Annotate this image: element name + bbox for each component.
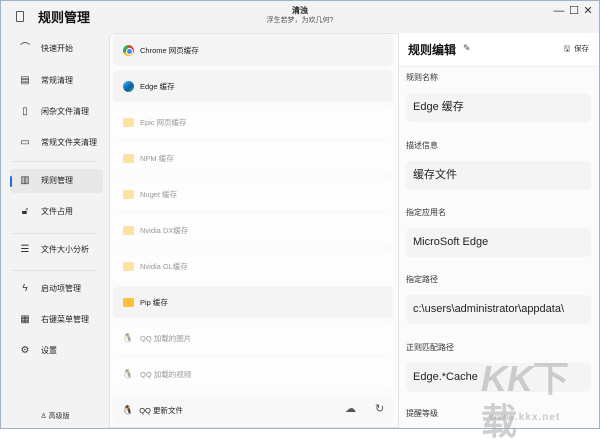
list-item[interactable]: 🐧 QQ 加载的图片 — [113, 322, 393, 354]
field-input[interactable]: Edge.*Cache — [406, 363, 591, 392]
window-subtitle: 浮生若梦，为欢几何? — [266, 17, 334, 24]
save-icon: 🖫 — [563, 44, 570, 53]
list-item[interactable]: Epic 网页缓存 — [113, 106, 393, 138]
field-input[interactable]: Edge 缓存 — [406, 93, 591, 122]
sidebar-item-label: 常规文件夹清理 — [41, 138, 97, 148]
field-label: 描述信息 — [406, 141, 438, 150]
close-button[interactable]: ✕ — [581, 6, 595, 17]
folder-icon: ▭ — [20, 137, 30, 148]
cleanup-icon: ▤ — [20, 75, 30, 86]
folder-icon — [122, 297, 134, 307]
sidebar: ♙ 高级版 ⌒ 快速开始 ▤ 常规清理 ▯ 闲杂文件清理 ▭ 常规文件夹清理 ▥ 规则管理 🔓︎ 文件… — [1, 33, 109, 428]
list-item[interactable]: NPM 缓存 — [113, 142, 393, 174]
sidebar-item-4[interactable]: ▥ 规则管理 — [10, 169, 103, 193]
field-label: 规则名称 — [406, 73, 438, 82]
sidebar-item-9[interactable]: ⚙ 设置 — [10, 339, 103, 363]
qq-icon: 🐧 — [122, 332, 134, 343]
edit-icon[interactable]: ✎ — [463, 44, 471, 53]
list-item-label: QQ 更新文件 — [139, 405, 183, 415]
window-title: 清浊 — [292, 6, 308, 15]
divider — [11, 233, 96, 234]
edge-icon — [122, 80, 134, 92]
pro-icon: ♙ — [40, 413, 47, 420]
field-label: 指定应用名 — [406, 208, 446, 217]
list-item[interactable]: Nvidia GL缓存 — [113, 250, 393, 282]
list-item[interactable]: Chrome 网页缓存 — [113, 34, 393, 66]
sidebar-item-0[interactable]: ⌒ 快速开始 — [10, 37, 103, 61]
unlock-icon: 🔓︎ — [21, 206, 29, 217]
list-item[interactable]: Pip 缓存 — [113, 286, 393, 318]
qq-icon: 🐧 — [122, 368, 134, 379]
qq-icon: 🐧 — [122, 404, 134, 415]
rules-icon: ▥ — [20, 175, 30, 186]
cloud-icon[interactable]: ☁ — [345, 404, 356, 415]
list-item[interactable]: Nuget 缓存 — [113, 178, 393, 210]
save-button[interactable]: 🖫 保存 — [564, 44, 589, 53]
sidebar-item-6[interactable]: ☰ 文件大小分析 — [10, 238, 103, 262]
menu-grid-icon: ▦ — [20, 314, 30, 325]
rule-list-panel: 🐧 QQ 更新文件 ☁ ↻ Chrome 网页缓存 Edge 缓存 Epic 网页缓… — [109, 33, 399, 428]
bolt-icon: ϟ — [22, 283, 28, 294]
chrome-icon — [122, 44, 134, 56]
list-item-label: Edge 缓存 — [140, 81, 175, 91]
rule-editor-panel: 规则编辑 ✎ 🖫 保存 提醒等级 规则名称 Edge 缓存描述信息缓存文件指定应用名… — [399, 33, 599, 428]
pro-label: 高级版 — [48, 413, 70, 420]
sidebar-item-label: 闲杂文件清理 — [41, 107, 89, 117]
list-icon: ☰ — [20, 244, 30, 255]
list-item-qq-update[interactable]: 🐧 QQ 更新文件 ☁ ↻ — [113, 395, 393, 425]
maximize-button[interactable]: ☐ — [567, 6, 581, 17]
field-label-alert-level: 提醒等级 — [406, 409, 438, 418]
list-item-label: Pip 缓存 — [140, 297, 168, 307]
divider — [11, 270, 96, 271]
folder-icon — [122, 189, 134, 199]
folder-icon — [122, 117, 134, 127]
sidebar-item-label: 文件占用 — [41, 207, 73, 217]
field-label: 正则匹配路径 — [406, 343, 454, 352]
list-item[interactable]: 🐧 QQ 加载的视频 — [113, 358, 393, 390]
gear-icon: ⚙ — [20, 345, 30, 356]
divider — [11, 161, 96, 162]
editor-title: 规则编辑 — [408, 43, 457, 57]
save-label: 保存 — [574, 44, 589, 53]
list-item[interactable]: Edge 缓存 — [113, 70, 393, 102]
field-input[interactable]: MicroSoft Edge — [406, 228, 591, 257]
field-input[interactable]: c:\users\administrator\appdata\ — [406, 295, 591, 324]
title-bar: 规则管理 清浊 浮生若梦，为欢几何? — ☐ ✕ — [1, 1, 599, 33]
sidebar-item-label: 启动项管理 — [41, 284, 81, 294]
sidebar-item-5[interactable]: 🔓︎ 文件占用 — [10, 200, 103, 224]
minimize-button[interactable]: — — [552, 6, 566, 17]
pro-version-link[interactable]: ♙ 高级版 — [1, 413, 109, 421]
folder-icon — [122, 153, 134, 163]
list-item-label: Nuget 缓存 — [140, 189, 178, 199]
list-item-label: Epic 网页缓存 — [140, 117, 187, 127]
file-chart-icon: ▯ — [22, 106, 28, 117]
folder-icon — [122, 261, 134, 271]
field-input[interactable]: 缓存文件 — [406, 161, 591, 190]
sidebar-item-label: 文件大小分析 — [41, 245, 89, 255]
gauge-icon: ⌒ — [20, 43, 30, 54]
sidebar-item-label: 设置 — [41, 346, 57, 356]
list-item-label: QQ 加载的视频 — [140, 369, 192, 379]
list-item[interactable]: Nvidia DX缓存 — [113, 214, 393, 246]
sidebar-item-7[interactable]: ϟ 启动项管理 — [10, 277, 103, 301]
sidebar-item-label: 常规清理 — [41, 76, 73, 86]
list-item-label: Chrome 网页缓存 — [140, 45, 199, 55]
app-window: 规则管理 清浊 浮生若梦，为欢几何? — ☐ ✕ ♙ 高级版 ⌒ 快速开始 ▤ 常规清… — [0, 0, 600, 442]
list-item-label: NPM 缓存 — [140, 153, 174, 163]
folder-icon — [122, 225, 134, 235]
sidebar-item-label: 右键菜单管理 — [41, 315, 89, 325]
refresh-icon[interactable]: ↻ — [375, 404, 384, 415]
sidebar-item-2[interactable]: ▯ 闲杂文件清理 — [10, 100, 103, 124]
field-label: 指定路径 — [406, 275, 438, 284]
sidebar-item-3[interactable]: ▭ 常规文件夹清理 — [10, 131, 103, 155]
sidebar-item-label: 规则管理 — [41, 176, 73, 186]
list-item-label: Nvidia GL缓存 — [140, 261, 188, 271]
sidebar-item-1[interactable]: ▤ 常规清理 — [10, 69, 103, 93]
list-item-label: QQ 加载的图片 — [140, 333, 192, 343]
sidebar-item-8[interactable]: ▦ 右键菜单管理 — [10, 308, 103, 332]
list-item-label: Nvidia DX缓存 — [140, 225, 189, 235]
sidebar-item-label: 快速开始 — [41, 44, 73, 54]
editor-header: 规则编辑 ✎ 🖫 保存 — [399, 33, 599, 67]
